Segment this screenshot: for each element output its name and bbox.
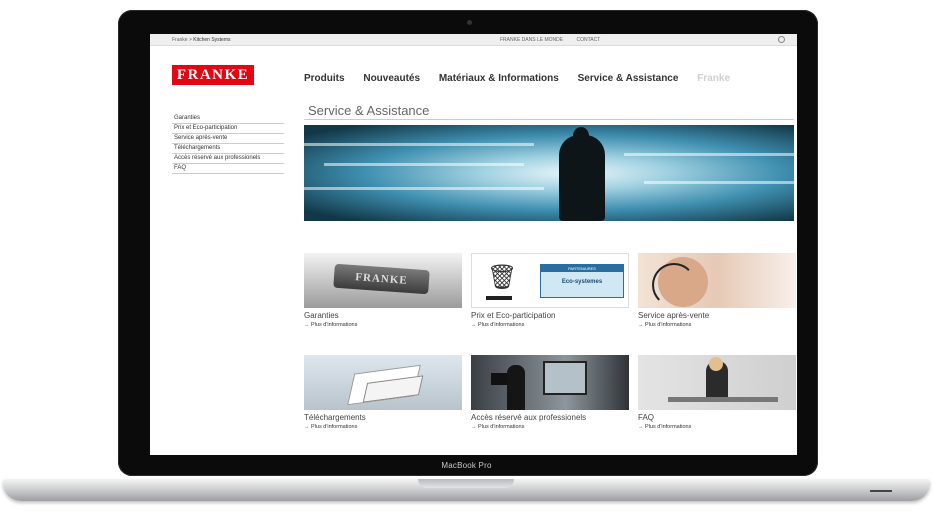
woman-head	[709, 357, 723, 371]
more-info-text[interactable]: Plus d'informations	[311, 322, 357, 328]
hero-banner	[304, 125, 794, 221]
prix-image[interactable]: 🗑 PARTENAIRES Eco-systemes	[471, 253, 629, 308]
tile-prix[interactable]: 🗑 PARTENAIRES Eco-systemes Prix et Eco-p…	[471, 253, 629, 328]
lid-notch	[418, 479, 514, 488]
motion-streak	[324, 163, 524, 166]
more-info-link[interactable]: → Plus d'informations	[638, 424, 796, 430]
nav-item-franke[interactable]: Franke	[697, 73, 730, 84]
main-navigation: Produits Nouveautés Matériaux & Informat…	[304, 73, 746, 84]
breadcrumb-separator: >	[188, 37, 192, 43]
sidebar-item-professionels[interactable]: Accès réservé aux professionels	[172, 154, 284, 164]
camera-icon	[467, 20, 472, 25]
eco-systemes-badge: PARTENAIRES Eco-systemes	[540, 264, 624, 298]
nav-item-produits[interactable]: Produits	[304, 73, 345, 84]
arrow-icon: →	[304, 424, 312, 430]
tile-telechargements[interactable]: Téléchargements → Plus d'informations	[304, 355, 462, 430]
tile-title[interactable]: FAQ	[638, 413, 796, 422]
more-info-text[interactable]: Plus d'informations	[645, 322, 691, 328]
tile-title[interactable]: Service après-vente	[638, 311, 796, 320]
browser-screen: Franke > Kitchen Systems FRANKE DANS LE …	[150, 34, 797, 455]
businessman-figure	[559, 135, 605, 221]
bin-underline	[486, 296, 512, 300]
more-info-text[interactable]: Plus d'informations	[478, 424, 524, 430]
arrow-icon: →	[638, 322, 646, 328]
sidebar-item-faq[interactable]: FAQ	[172, 164, 284, 174]
motion-streak	[304, 187, 544, 190]
photographer-figure	[507, 365, 525, 410]
sidebar-item-prix[interactable]: Prix et Eco-participation	[172, 124, 284, 134]
sidebar-nav: Garanties Prix et Eco-participation Serv…	[172, 114, 284, 174]
tile-sav[interactable]: Service après-vente → Plus d'information…	[638, 253, 796, 328]
nav-item-service[interactable]: Service & Assistance	[578, 73, 679, 84]
device-model-label: MacBook Pro	[441, 461, 492, 470]
sav-image[interactable]	[638, 253, 796, 308]
contact-link[interactable]: CONTACT	[576, 37, 600, 43]
status-light	[870, 490, 892, 492]
more-info-link[interactable]: → Plus d'informations	[304, 424, 462, 430]
crossed-bin-icon: 🗑	[487, 264, 518, 291]
title-divider	[304, 119, 794, 120]
tile-title[interactable]: Garanties	[304, 311, 462, 320]
page-title: Service & Assistance	[308, 103, 430, 118]
more-info-text[interactable]: Plus d'informations	[645, 424, 691, 430]
utility-bar: Franke > Kitchen Systems FRANKE DANS LE …	[150, 34, 797, 46]
badge-name: Eco-systemes	[561, 279, 603, 285]
more-info-text[interactable]: Plus d'informations	[478, 322, 524, 328]
telechargements-image[interactable]	[304, 355, 462, 410]
faq-image[interactable]	[638, 355, 796, 410]
arrow-icon: →	[304, 322, 312, 328]
badge-header: PARTENAIRES	[541, 265, 623, 272]
tile-title[interactable]: Prix et Eco-participation	[471, 311, 629, 320]
tile-faq[interactable]: FAQ → Plus d'informations	[638, 355, 796, 430]
garanties-image[interactable]: FRANKE	[304, 253, 462, 308]
tile-garanties[interactable]: FRANKE Garanties → Plus d'informations	[304, 253, 462, 328]
arrow-icon: →	[471, 322, 479, 328]
desk	[668, 397, 778, 402]
breadcrumb-home[interactable]: Franke	[172, 37, 188, 43]
breadcrumb: Franke > Kitchen Systems	[172, 37, 231, 43]
tile-professionels[interactable]: Accès réservé aux professionels → Plus d…	[471, 355, 629, 430]
nav-item-nouveautes[interactable]: Nouveautés	[363, 73, 420, 84]
sidebar-item-garanties[interactable]: Garanties	[172, 114, 284, 124]
breadcrumb-current[interactable]: Kitchen Systems	[193, 37, 230, 43]
tile-title[interactable]: Téléchargements	[304, 413, 462, 422]
more-info-text[interactable]: Plus d'informations	[311, 424, 357, 430]
nav-item-materiaux[interactable]: Matériaux & Informations	[439, 73, 559, 84]
tile-title[interactable]: Accès réservé aux professionels	[471, 413, 629, 422]
monitor	[543, 361, 587, 395]
headset-icon	[652, 263, 696, 307]
more-info-link[interactable]: → Plus d'informations	[471, 322, 629, 328]
arrow-icon: →	[471, 424, 479, 430]
franke-badge: FRANKE	[333, 263, 430, 295]
motion-streak	[304, 143, 534, 146]
utility-links: FRANKE DANS LE MONDE CONTACT	[500, 37, 612, 43]
arrow-icon: →	[638, 424, 646, 430]
more-info-link[interactable]: → Plus d'informations	[304, 322, 462, 328]
franke-logo[interactable]: FRANKE	[172, 65, 254, 85]
world-link[interactable]: FRANKE DANS LE MONDE	[500, 37, 563, 43]
motion-streak	[644, 181, 794, 184]
sidebar-item-sav[interactable]: Service après-vente	[172, 134, 284, 144]
more-info-link[interactable]: → Plus d'informations	[638, 322, 796, 328]
more-info-link[interactable]: → Plus d'informations	[471, 424, 629, 430]
motion-streak	[624, 153, 794, 156]
search-icon[interactable]	[778, 36, 785, 43]
sidebar-item-telechargements[interactable]: Téléchargements	[172, 144, 284, 154]
professionels-image[interactable]	[471, 355, 629, 410]
